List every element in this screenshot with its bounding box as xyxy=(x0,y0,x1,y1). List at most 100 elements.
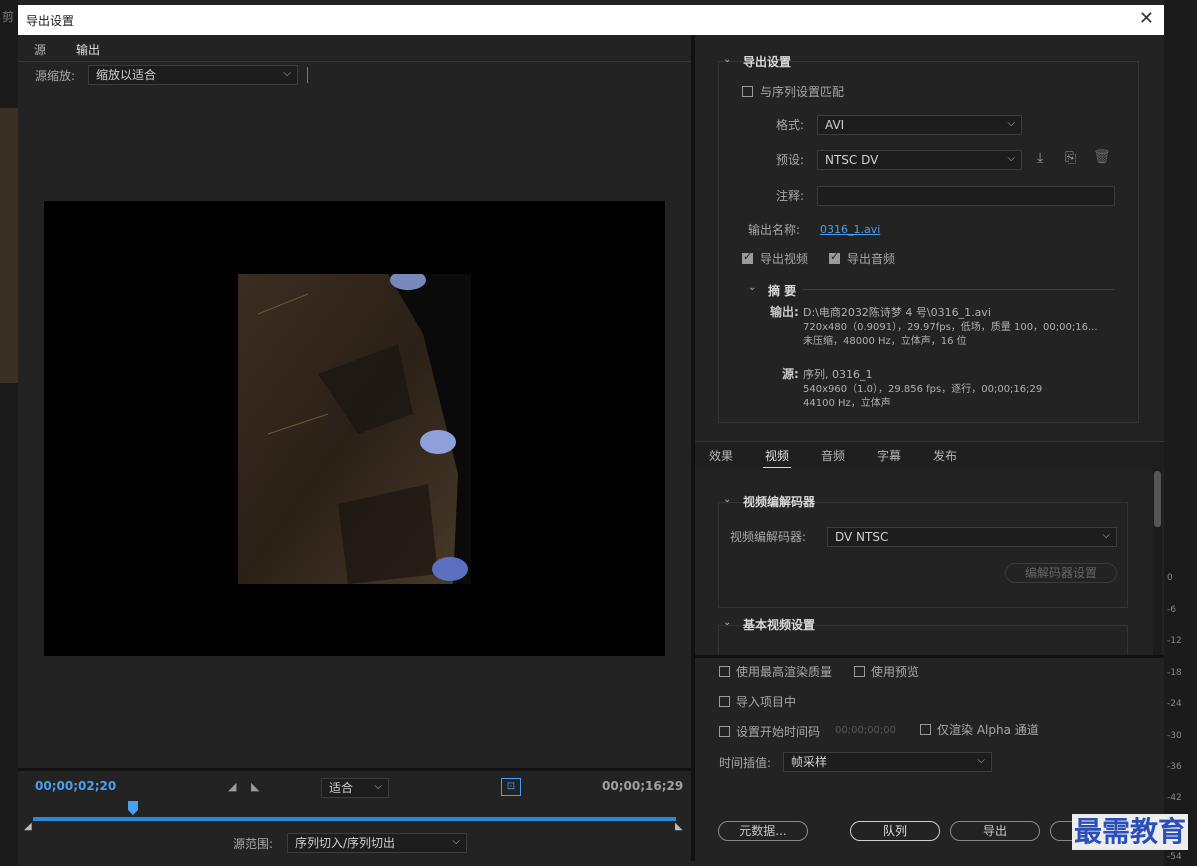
summary-source-line-3: 44100 Hz，立体声 xyxy=(803,398,891,409)
source-range-value: 序列切入/序列切出 xyxy=(295,836,396,850)
fit-dropdown[interactable]: 适合 ⌵ xyxy=(321,778,389,798)
video-frame xyxy=(238,274,471,584)
export-audio-checkbox[interactable] xyxy=(829,250,840,264)
close-icon[interactable]: ✕ xyxy=(1139,8,1154,29)
export-audio-label: 导出音频 xyxy=(847,252,896,266)
summary-output-label: 输出: xyxy=(770,305,799,319)
meter-scale-mark: -24 xyxy=(1167,699,1182,709)
meter-scale-mark: -6 xyxy=(1167,605,1176,615)
background-app-right: 0 -6 -12 -18 -24 -30 -36 -42 -54 xyxy=(1164,0,1197,866)
scrollbar-thumb[interactable] xyxy=(1154,471,1161,527)
codec-box xyxy=(718,502,1128,608)
chevron-down-icon: ⌵ xyxy=(283,68,291,79)
preview-panel: 源 输出 源缩放: 缩放以适合 ⌵ 00;00;02;20 ◢ ◣ 适合 ⌵ ⊡… xyxy=(18,35,691,861)
render-alpha-checkbox[interactable] xyxy=(920,724,931,735)
basic-video-section-title: 基本视频设置 xyxy=(743,618,816,632)
background-app-label: 剪 xyxy=(2,10,15,24)
use-preview-checkbox[interactable] xyxy=(854,666,865,677)
meter-scale-mark: -54 xyxy=(1167,852,1182,862)
chevron-down-icon: ⌵ xyxy=(1102,530,1110,541)
start-timecode-checkbox[interactable] xyxy=(719,726,730,737)
metadata-button[interactable]: 元数据... xyxy=(718,821,808,841)
source-range-dropdown[interactable]: 序列切入/序列切出 ⌵ xyxy=(287,833,467,853)
meter-scale-mark: -42 xyxy=(1167,793,1182,803)
tab-output[interactable]: 输出 xyxy=(73,41,103,62)
start-timecode-label: 设置开始时间码 xyxy=(736,725,821,739)
collapse-caret-icon[interactable]: ⌄ xyxy=(723,617,731,628)
export-button[interactable]: 导出 xyxy=(950,821,1040,841)
output-name-label: 输出名称: xyxy=(748,223,801,237)
mark-out-icon[interactable]: ◣ xyxy=(251,780,259,793)
save-preset-icon[interactable]: ⤓ xyxy=(1037,150,1043,166)
meter-scale-mark: 0 xyxy=(1167,573,1173,583)
summary-title: 摘 要 xyxy=(768,284,797,298)
source-range-label: 源范围: xyxy=(233,837,274,851)
background-app-thumbnail xyxy=(0,108,18,383)
end-timecode: 00;00;16;29 xyxy=(602,779,684,793)
mark-in-icon[interactable]: ◢ xyxy=(228,780,236,793)
chevron-down-icon: ⌵ xyxy=(452,836,460,847)
meter-scale-mark: -30 xyxy=(1167,731,1182,741)
match-sequence-label: 与序列设置匹配 xyxy=(760,85,845,99)
summary-source-label: 源: xyxy=(782,367,799,381)
output-name-link[interactable]: 0316_1.avi xyxy=(820,223,880,236)
watermark-logo: 最需教育 xyxy=(1072,814,1189,850)
timeline-divider xyxy=(18,768,691,771)
export-video-checkbox[interactable] xyxy=(742,250,753,264)
tab-captions[interactable]: 字幕 xyxy=(877,447,901,464)
range-end-icon[interactable]: ◣ xyxy=(675,821,683,832)
tab-audio[interactable]: 音频 xyxy=(821,447,845,464)
tab-source[interactable]: 源 xyxy=(34,41,46,58)
time-interp-value: 帧采样 xyxy=(791,755,828,769)
source-scale-dropdown[interactable]: 缩放以适合 ⌵ xyxy=(88,65,298,85)
import-project-checkbox[interactable] xyxy=(719,696,730,707)
preset-dropdown[interactable]: NTSC DV ⌵ xyxy=(817,150,1022,170)
preset-label: 预设: xyxy=(776,153,805,167)
import-preset-icon[interactable]: ⎘ xyxy=(1065,150,1076,166)
current-timecode[interactable]: 00;00;02;20 xyxy=(35,779,116,793)
aspect-toggle-icon[interactable]: ⊡ xyxy=(501,778,521,796)
comment-label: 注释: xyxy=(776,189,805,203)
format-label: 格式: xyxy=(776,118,805,132)
chevron-down-icon: ⌵ xyxy=(977,755,985,766)
playhead-handle[interactable] xyxy=(127,801,138,815)
meter-scale-mark: -12 xyxy=(1167,636,1182,646)
codec-settings-button[interactable]: 编解码器设置 xyxy=(1005,563,1117,583)
time-interp-dropdown[interactable]: 帧采样 ⌵ xyxy=(783,752,992,772)
render-alpha-label: 仅渲染 Alpha 通道 xyxy=(937,723,1039,737)
codec-dropdown[interactable]: DV NTSC ⌵ xyxy=(827,527,1117,547)
meter-scale-mark: -36 xyxy=(1167,762,1182,772)
preset-value: NTSC DV xyxy=(825,153,879,167)
chevron-down-icon: ⌵ xyxy=(374,781,382,792)
toolbar-separator xyxy=(307,67,308,83)
chevron-down-icon: ⌵ xyxy=(1007,153,1015,164)
import-project-label: 导入项目中 xyxy=(736,695,797,709)
max-quality-checkbox[interactable] xyxy=(719,666,730,677)
time-interp-label: 时间插值: xyxy=(719,756,772,770)
collapse-caret-icon[interactable]: ⌄ xyxy=(748,282,756,293)
title-bar: 导出设置 ✕ xyxy=(18,5,1164,35)
tab-video[interactable]: 视频 xyxy=(762,447,792,468)
timeline-track[interactable] xyxy=(33,817,676,821)
codec-section-title: 视频编解码器 xyxy=(743,495,816,509)
match-sequence-checkbox[interactable] xyxy=(742,86,753,97)
fit-value: 适合 xyxy=(329,781,354,795)
summary-rule xyxy=(802,289,1115,290)
codec-value: DV NTSC xyxy=(835,530,889,544)
collapse-caret-icon[interactable]: ⌄ xyxy=(723,54,731,65)
start-timecode-value: 00;00;00;00 xyxy=(835,725,897,736)
meter-scale-mark: -18 xyxy=(1167,668,1182,678)
tab-publish[interactable]: 发布 xyxy=(933,447,957,464)
tab-effects[interactable]: 效果 xyxy=(709,447,733,464)
tab-divider xyxy=(18,61,691,62)
comment-input[interactable] xyxy=(817,186,1115,206)
queue-button[interactable]: 队列 xyxy=(850,821,940,841)
format-dropdown[interactable]: AVI ⌵ xyxy=(817,115,1022,135)
chevron-down-icon: ⌵ xyxy=(1007,118,1015,129)
range-start-icon[interactable]: ◢ xyxy=(24,821,32,832)
settings-panel: ⌄ 导出设置 与序列设置匹配 格式: AVI ⌵ 预设: NTSC DV ⌵ ⤓… xyxy=(695,35,1164,861)
bottom-divider xyxy=(695,655,1164,658)
collapse-caret-icon[interactable]: ⌄ xyxy=(723,494,731,505)
summary-source-line-2: 540x960（1.0），29.856 fps，逐行，00;00;16;29 xyxy=(803,384,1043,395)
delete-preset-icon[interactable]: 🗑 xyxy=(1093,149,1111,165)
